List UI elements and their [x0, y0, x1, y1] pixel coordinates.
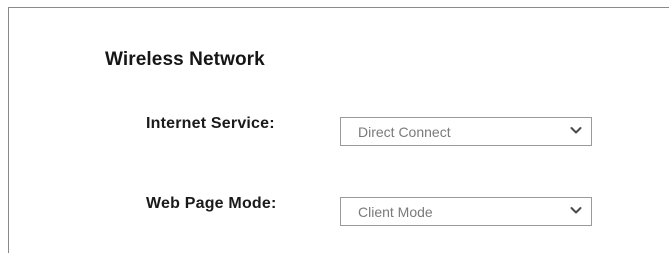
web-page-mode-select[interactable]: Client Mode [340, 197, 592, 226]
internet-service-select[interactable]: Direct Connect [340, 117, 592, 146]
wireless-network-panel: Wireless Network Internet Service: Direc… [8, 7, 669, 253]
internet-service-label: Internet Service: [146, 115, 275, 132]
web-page-mode-label: Web Page Mode: [146, 195, 277, 212]
chevron-down-icon [570, 127, 582, 134]
internet-service-value: Direct Connect [358, 124, 451, 140]
chevron-down-icon [570, 207, 582, 214]
section-title: Wireless Network [105, 49, 265, 70]
web-page-mode-value: Client Mode [358, 204, 433, 220]
